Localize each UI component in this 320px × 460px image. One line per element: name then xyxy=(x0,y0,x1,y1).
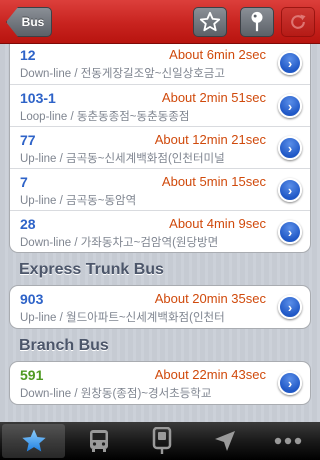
tab-bar xyxy=(0,422,320,460)
chevron-right-icon[interactable]: › xyxy=(278,220,302,244)
back-button[interactable]: Bus xyxy=(6,7,52,37)
bus-icon xyxy=(89,430,108,452)
route-number: 77 xyxy=(20,132,36,148)
arrival-time: About 2min 51sec xyxy=(161,90,266,105)
star-icon xyxy=(199,11,221,32)
arrival-time: About 20min 35sec xyxy=(154,291,266,306)
route-row-903[interactable]: 903 About 20min 35sec Up-line / 월드아파트~신세… xyxy=(10,286,310,328)
tab-more[interactable] xyxy=(257,422,320,460)
tab-bus[interactable] xyxy=(67,422,130,460)
chevron-right-icon[interactable]: › xyxy=(278,295,302,319)
arrival-time: About 12min 21sec xyxy=(154,132,266,147)
pin-button[interactable] xyxy=(240,7,274,37)
navigation-bar: Bus xyxy=(0,0,320,44)
route-number: 591 xyxy=(20,367,44,383)
more-icon xyxy=(275,437,302,445)
tab-bus-stop[interactable] xyxy=(130,422,193,460)
route-direction: Loop-line / 동춘동종점~동춘동종점 xyxy=(20,111,190,123)
refresh-icon xyxy=(291,14,306,29)
route-row-103-1[interactable]: 103-1 About 2min 51sec Loop-line / 동춘동종점… xyxy=(10,84,310,126)
route-direction: Up-line / 금곡동~동암역 xyxy=(20,195,137,207)
route-row-591[interactable]: 591 About 22min 43sec Down-line / 원창동(종점… xyxy=(10,362,310,404)
section-header-express: Express Trunk Bus xyxy=(19,261,164,278)
arrival-time: About 4min 9sec xyxy=(169,216,266,231)
route-row-12[interactable]: 12 About 6min 2sec Down-line / 전동게장길조앞~신… xyxy=(10,44,310,84)
pin-icon xyxy=(251,11,263,32)
star-icon xyxy=(21,429,46,452)
arrival-time: About 5min 15sec xyxy=(161,174,266,189)
route-group: 903 About 20min 35sec Up-line / 월드아파트~신세… xyxy=(9,285,311,329)
chevron-right-icon[interactable]: › xyxy=(278,136,302,160)
refresh-button[interactable] xyxy=(281,7,315,37)
route-number: 28 xyxy=(20,216,36,232)
chevron-right-icon[interactable]: › xyxy=(278,178,302,202)
arrival-time: About 22min 43sec xyxy=(154,367,266,382)
back-button-label: Bus xyxy=(21,15,45,29)
route-group: 591 About 22min 43sec Down-line / 원창동(종점… xyxy=(9,361,311,405)
route-list[interactable]: 12 About 6min 2sec Down-line / 전동게장길조앞~신… xyxy=(0,44,320,422)
route-row-77[interactable]: 77 About 12min 21sec Up-line / 금곡동~신세계백화… xyxy=(10,126,310,168)
tab-favorites[interactable] xyxy=(2,424,66,458)
route-row-7[interactable]: 7 About 5min 15sec Up-line / 금곡동~동암역 › xyxy=(10,168,310,210)
route-direction: Down-line / 원창동(종점)~경서초등학교 xyxy=(20,388,212,400)
route-row-28[interactable]: 28 About 4min 9sec Down-line / 가좌동차고~검암역… xyxy=(10,210,310,252)
route-number: 12 xyxy=(20,47,36,63)
route-number: 903 xyxy=(20,291,44,307)
tab-nearby[interactable] xyxy=(194,422,257,460)
route-direction: Down-line / 전동게장길조앞~신일상호금고 xyxy=(20,68,225,80)
route-direction: Up-line / 월드아파트~신세계백화점(인천터 xyxy=(20,312,225,324)
route-group: 12 About 6min 2sec Down-line / 전동게장길조앞~신… xyxy=(9,44,311,253)
chevron-right-icon[interactable]: › xyxy=(278,94,302,118)
route-number: 7 xyxy=(20,174,28,190)
chevron-right-icon[interactable]: › xyxy=(278,51,302,75)
route-direction: Up-line / 금곡동~신세계백화점(인천터미널 xyxy=(20,153,225,165)
bus-stop-icon xyxy=(152,427,172,454)
route-direction: Down-line / 가좌동차고~검암역(원당방면 xyxy=(20,237,219,249)
favorite-button[interactable] xyxy=(193,7,227,37)
arrival-time: About 6min 2sec xyxy=(169,47,266,62)
location-arrow-icon xyxy=(215,431,236,451)
route-number: 103-1 xyxy=(20,90,56,106)
section-header-branch: Branch Bus xyxy=(19,337,109,354)
chevron-right-icon[interactable]: › xyxy=(278,371,302,395)
